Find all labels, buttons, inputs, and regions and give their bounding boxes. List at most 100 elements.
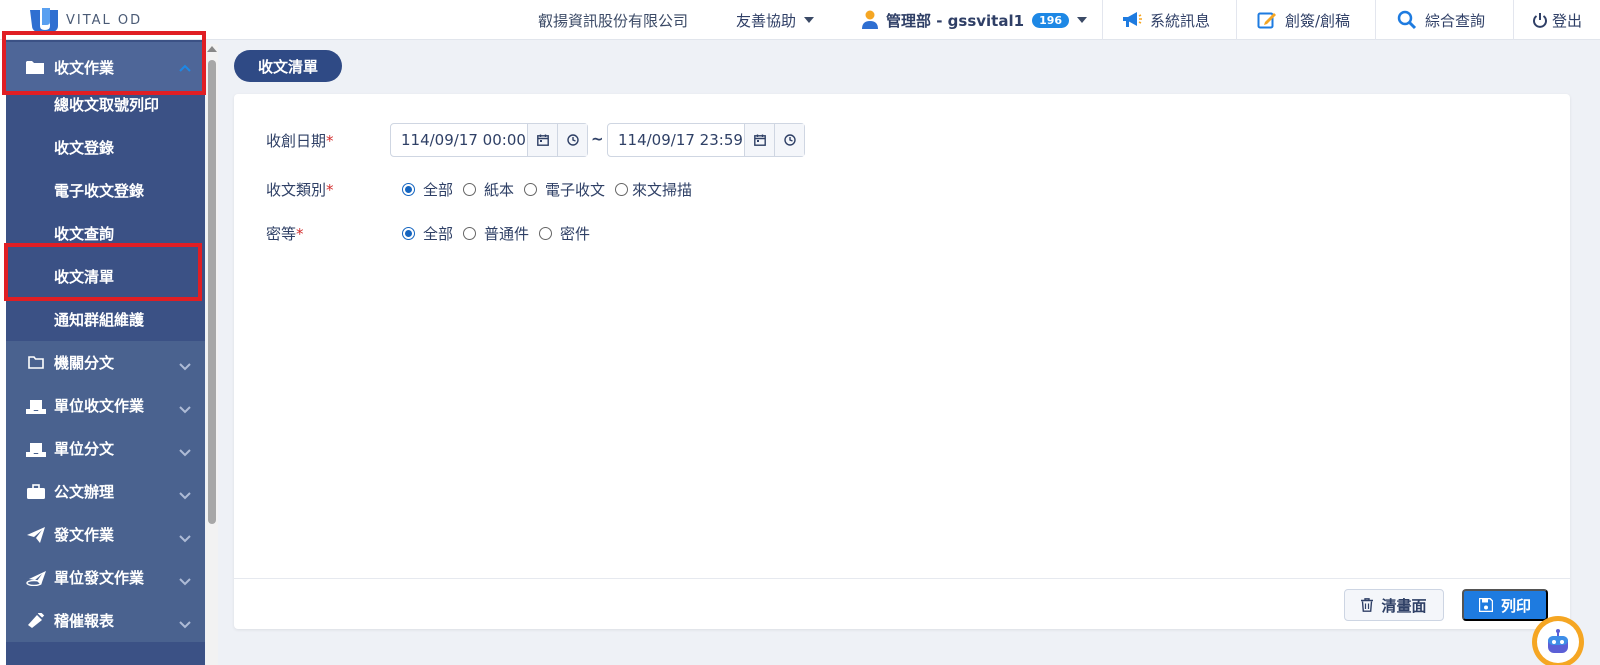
sidebar-item-send-ops[interactable]: 發文作業: [6, 513, 205, 556]
secret-option-all[interactable]: 全部: [402, 223, 453, 244]
secret-label-text: 密等: [266, 225, 297, 243]
highlight-box-receive-ops: [2, 31, 206, 95]
clear-screen-button[interactable]: 清畫面: [1344, 589, 1444, 621]
sidebar-item-reminder-report[interactable]: 稽催報表: [6, 599, 205, 642]
sidebar-item-label: 電子收文登錄: [54, 182, 145, 200]
paper-plane-icon: [26, 526, 46, 543]
chevron-down-icon: [179, 615, 191, 633]
sidebar-nav: 收文作業 總收文取號列印 收文登錄 電子收文登錄 收文查詢 收文清單 通知群組維…: [6, 40, 205, 665]
type-option-paper[interactable]: 紙本: [463, 179, 514, 200]
chevron-down-icon: [179, 357, 191, 375]
sidebar-item-label: 總收文取號列印: [54, 96, 160, 114]
system-message-label: 系統訊息: [1150, 11, 1211, 30]
clock-icon[interactable]: [774, 124, 804, 156]
radio-label: 來文掃描: [632, 181, 693, 199]
system-message-button[interactable]: 系統訊息: [1122, 0, 1210, 40]
draft-label: 創簽/創稿: [1285, 11, 1351, 30]
sidebar-subitem-receive-register[interactable]: 收文登錄: [6, 126, 205, 169]
sidebar-scrollbar[interactable]: [206, 44, 218, 665]
print-button[interactable]: 列印: [1462, 589, 1548, 621]
sidebar-item-label: 單位收文作業: [54, 397, 145, 415]
header-divider: [1375, 0, 1376, 40]
sidebar-subitem-electronic-register[interactable]: 電子收文登錄: [6, 169, 205, 212]
logout-button[interactable]: 登出: [1532, 0, 1582, 40]
bullhorn-icon: [26, 612, 46, 629]
user-icon: [862, 10, 878, 30]
query-form-card: 收創日期* ~ 收文類別* 全部 紙本 電子收文 來文掃描 密等* 全部 普通件…: [234, 94, 1570, 629]
date-label: 收創日期*: [266, 130, 334, 151]
sidebar-item-label: 收文登錄: [54, 139, 115, 157]
assistant-bot-button[interactable]: [1532, 616, 1584, 665]
draft-button[interactable]: 創簽/創稿: [1257, 0, 1350, 40]
chevron-down-icon: [179, 443, 191, 461]
date-to-input[interactable]: [608, 124, 744, 156]
sidebar-item-document-handling[interactable]: 公文辦理: [6, 470, 205, 513]
megaphone-icon: [1122, 11, 1142, 29]
logo-text: VITAL OD: [66, 12, 143, 28]
date-from-group: [390, 123, 588, 157]
card-footer: 清畫面 列印: [234, 578, 1570, 629]
chevron-down-icon: [804, 17, 815, 23]
sidebar-item-label: 單位分文: [54, 440, 115, 458]
date-from-input[interactable]: [391, 124, 527, 156]
briefcase-icon: [26, 484, 46, 499]
chevron-down-icon: [179, 529, 191, 547]
print-label: 列印: [1500, 597, 1531, 615]
robot-icon: [1537, 621, 1579, 663]
scroll-up-icon[interactable]: [207, 46, 217, 52]
secret-option-confidential[interactable]: 密件: [539, 223, 590, 244]
sidebar-subitem-notify-group[interactable]: 通知群組維護: [6, 298, 205, 341]
folder-outline-icon: [26, 356, 46, 369]
edit-icon: [1257, 10, 1277, 30]
radio-icon[interactable]: [463, 227, 477, 240]
notification-badge: 196: [1032, 12, 1070, 28]
sidebar-item-label: 通知群組維護: [54, 311, 145, 329]
power-icon: [1532, 12, 1548, 28]
inbox-icon: [26, 398, 46, 414]
radio-icon[interactable]: [524, 183, 538, 196]
radio-checked-icon[interactable]: [402, 227, 415, 240]
sidebar-item-unit-send-ops[interactable]: 單位發文作業: [6, 556, 205, 599]
type-option-electronic[interactable]: 電子收文: [524, 179, 605, 200]
sidebar-item-unit-receive[interactable]: 單位收文作業: [6, 384, 205, 427]
paper-plane-icon: [26, 570, 46, 586]
calendar-icon[interactable]: [744, 124, 774, 156]
radio-icon[interactable]: [463, 183, 477, 196]
user-menu[interactable]: 管理部 - gssvital1 196: [862, 0, 1088, 40]
sidebar-item-unit-dispatch[interactable]: 單位分文: [6, 427, 205, 470]
app-logo[interactable]: VITAL OD: [28, 6, 142, 34]
calendar-icon[interactable]: [527, 124, 557, 156]
help-menu[interactable]: 友善協助: [736, 0, 815, 40]
company-name: 叡揚資訊股份有限公司: [538, 12, 689, 30]
sidebar-item-label: 收文查詢: [54, 225, 115, 243]
inbox-icon: [26, 441, 46, 457]
global-search-label: 綜合查詢: [1425, 11, 1486, 30]
tab-label: 收文清單: [257, 57, 318, 76]
scrollbar-thumb[interactable]: [208, 60, 216, 524]
radio-checked-icon[interactable]: [402, 183, 415, 196]
global-search-button[interactable]: 綜合查詢: [1397, 0, 1485, 40]
date-label-text: 收創日期: [266, 132, 327, 150]
logout-label: 登出: [1552, 11, 1583, 30]
chevron-down-icon: [179, 486, 191, 504]
search-icon: [1397, 10, 1417, 30]
type-radio-group: 全部 紙本 電子收文 來文掃描: [402, 179, 692, 200]
chevron-down-icon: [179, 572, 191, 590]
type-option-scan[interactable]: 來文掃描: [615, 179, 692, 200]
type-option-all[interactable]: 全部: [402, 179, 453, 200]
logo-mark-icon: [28, 6, 62, 34]
clock-icon[interactable]: [557, 124, 587, 156]
required-mark: *: [326, 181, 334, 199]
radio-label: 紙本: [484, 181, 515, 199]
sidebar-item-agency-dispatch[interactable]: 機關分文: [6, 341, 205, 384]
radio-label: 密件: [560, 225, 591, 243]
radio-icon[interactable]: [539, 227, 553, 240]
radio-label: 全部: [423, 225, 454, 243]
chevron-down-icon: [1077, 17, 1088, 23]
radio-icon[interactable]: [615, 183, 629, 196]
sidebar-item-label: 稽催報表: [54, 612, 115, 630]
secret-option-normal[interactable]: 普通件: [463, 223, 529, 244]
type-label: 收文類別*: [266, 179, 334, 200]
secret-radio-group: 全部 普通件 密件: [402, 223, 600, 244]
tab-receive-list[interactable]: 收文清單: [234, 50, 342, 82]
